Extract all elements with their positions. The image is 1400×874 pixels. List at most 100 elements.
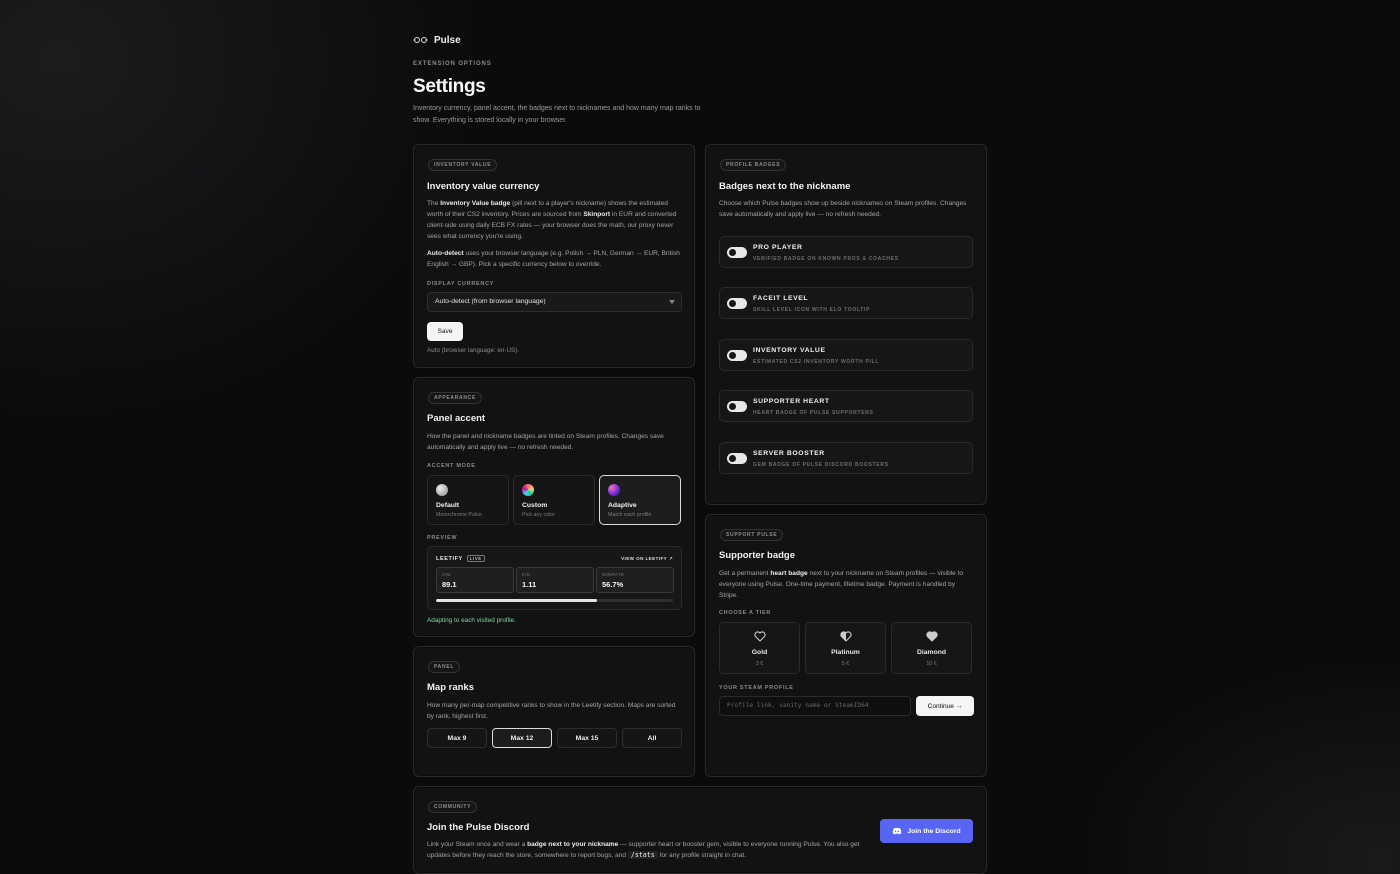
display-currency-label: DISPLAY CURRENCY bbox=[427, 281, 495, 287]
accent-mode-custom[interactable]: Custom Pick any color bbox=[513, 475, 595, 525]
badge-toggle-faceit-level[interactable]: FACEIT LEVEL SKILL LEVEL ICON WITH ELO T… bbox=[719, 287, 973, 319]
tier-gold[interactable]: Gold 3 € bbox=[719, 622, 800, 674]
tier-name: Platinum bbox=[831, 649, 860, 656]
stat-key: AIM bbox=[442, 572, 451, 577]
tier-platinum[interactable]: Platinum 5 € bbox=[805, 622, 886, 674]
toggle-title: SERVER BOOSTER bbox=[753, 450, 825, 457]
stat-kd: K/D 1.11 bbox=[516, 567, 594, 593]
toggle-title: SUPPORTER HEART bbox=[753, 398, 830, 405]
profile-badges-description: Choose which Pulse badges show up beside… bbox=[719, 200, 967, 218]
tier-name: Diamond bbox=[916, 649, 947, 656]
toggle-knob bbox=[729, 455, 736, 462]
heart-half-icon bbox=[840, 631, 852, 642]
profile-badges-title: Badges next to the nickname bbox=[719, 181, 851, 192]
map-ranks-description: How many per-map competitive ranks to sh… bbox=[427, 702, 676, 720]
adaptive-swatch-icon bbox=[608, 484, 620, 496]
toggle-switch[interactable] bbox=[727, 247, 747, 258]
join-discord-button[interactable]: Join the Discord bbox=[880, 819, 973, 843]
appearance-card: APPEARANCE Panel accent How the panel an… bbox=[413, 377, 695, 637]
toggle-knob bbox=[729, 300, 736, 307]
map-ranks-title: Map ranks bbox=[427, 682, 474, 693]
pulse-logo-icon bbox=[413, 37, 428, 43]
supporter-chip: SUPPORT PULSE bbox=[720, 529, 784, 541]
toggle-subtitle: SKILL LEVEL ICON WITH ELO TOOLTIP bbox=[753, 307, 871, 313]
toggle-title: PRO PLAYER bbox=[753, 244, 803, 251]
mode-title: Default bbox=[436, 502, 460, 509]
live-badge: LIVE bbox=[466, 555, 485, 562]
stat-key: K/D bbox=[522, 572, 531, 577]
map-ranks-card: PANEL Map ranks How many per-map competi… bbox=[413, 646, 695, 777]
supporter-card: SUPPORT PULSE Supporter badge Get a perm… bbox=[705, 514, 987, 777]
toggle-switch[interactable] bbox=[727, 401, 747, 412]
stat-aim: AIM 89.1 bbox=[436, 567, 514, 593]
leetify-preview: LEETIFY LIVE VIEW ON LEETIFY ↗ AIM 89.1 … bbox=[427, 546, 682, 610]
profile-badges-chip: PROFILE BADGES bbox=[720, 159, 787, 171]
mode-subtitle: Monochrome Pulse bbox=[436, 512, 482, 518]
map-ranks-option-max-9[interactable]: Max 9 bbox=[427, 728, 487, 748]
color-wheel-icon bbox=[522, 484, 534, 496]
community-description: Link your Steam once and wear a badge ne… bbox=[427, 841, 860, 859]
join-discord-label: Join the Discord bbox=[907, 827, 961, 835]
accent-mode-adaptive[interactable]: Adaptive Match each profile bbox=[599, 475, 681, 525]
adaptive-status: Adapting to each visited profile. bbox=[427, 617, 516, 624]
page-title: Settings bbox=[413, 76, 486, 97]
preview-label: PREVIEW bbox=[427, 535, 458, 541]
tier-price: 10 € bbox=[926, 661, 937, 667]
community-title: Join the Pulse Discord bbox=[427, 822, 530, 833]
preview-progress-bar bbox=[436, 599, 673, 602]
map-ranks-chip: PANEL bbox=[428, 661, 461, 673]
badge-toggle-supporter-heart[interactable]: SUPPORTER HEART HEART BADGE OF PULSE SUP… bbox=[719, 390, 973, 422]
mode-title: Adaptive bbox=[608, 502, 637, 509]
page-description: Inventory currency, panel accent, the ba… bbox=[413, 105, 701, 124]
toggle-knob bbox=[729, 249, 736, 256]
save-button[interactable]: Save bbox=[427, 322, 463, 341]
tier-price: 3 € bbox=[755, 661, 764, 667]
toggle-switch[interactable] bbox=[727, 298, 747, 309]
map-ranks-option-all[interactable]: All bbox=[622, 728, 682, 748]
mode-title: Custom bbox=[522, 502, 548, 509]
stat-value: 56.7% bbox=[602, 580, 624, 589]
page-eyebrow: EXTENSION OPTIONS bbox=[413, 61, 492, 67]
progress-fill bbox=[436, 599, 598, 602]
accent-mode-default[interactable]: Default Monochrome Pulse bbox=[427, 475, 509, 525]
currency-select-value: Auto-detect (from browser language) bbox=[435, 298, 546, 305]
badge-toggle-server-booster[interactable]: SERVER BOOSTER GEM BADGE OF PULSE DISCOR… bbox=[719, 442, 973, 474]
currency-status: Auto (browser language: en-US). bbox=[427, 347, 520, 354]
brand-name: Pulse bbox=[434, 34, 461, 46]
steam-profile-input[interactable]: Profile link, vanity name or SteamID64 bbox=[719, 696, 911, 716]
badge-toggle-pro-player[interactable]: PRO PLAYER VERIFIED BADGE ON KNOWN PROS … bbox=[719, 236, 973, 268]
tier-diamond[interactable]: Diamond 10 € bbox=[891, 622, 972, 674]
badge-toggle-inventory-value[interactable]: INVENTORY VALUE ESTIMATED CS2 INVENTORY … bbox=[719, 339, 973, 371]
map-ranks-option-max-12[interactable]: Max 12 bbox=[492, 728, 552, 748]
stat-value: 1.11 bbox=[522, 580, 537, 589]
stat-value: 89.1 bbox=[442, 580, 457, 589]
mode-subtitle: Match each profile bbox=[608, 512, 652, 518]
toggle-subtitle: GEM BADGE OF PULSE DISCORD BOOSTERS bbox=[753, 462, 889, 468]
currency-select[interactable]: Auto-detect (from browser language) bbox=[427, 292, 682, 312]
currency-description: The Inventory Value badge (pill next to … bbox=[427, 200, 677, 240]
view-on-leetify-link[interactable]: VIEW ON LEETIFY ↗ bbox=[621, 556, 673, 562]
preview-brand: LEETIFY bbox=[436, 555, 463, 562]
community-chip: COMMUNITY bbox=[428, 801, 478, 813]
map-ranks-option-max-15[interactable]: Max 15 bbox=[557, 728, 617, 748]
discord-icon bbox=[893, 827, 902, 835]
monochrome-swatch-icon bbox=[436, 484, 448, 496]
supporter-title: Supporter badge bbox=[719, 550, 796, 561]
community-card: COMMUNITY Join the Pulse Discord Link yo… bbox=[413, 786, 987, 874]
continue-button[interactable]: Continue → bbox=[916, 696, 974, 716]
toggle-subtitle: HEART BADGE OF PULSE SUPPORTERS bbox=[753, 410, 874, 416]
toggle-switch[interactable] bbox=[727, 453, 747, 464]
toggle-knob bbox=[729, 352, 736, 359]
choose-tier-label: CHOOSE A TIER bbox=[719, 610, 772, 616]
accent-mode-label: ACCENT MODE bbox=[427, 463, 476, 469]
brand: Pulse bbox=[413, 34, 461, 46]
appearance-title: Panel accent bbox=[427, 413, 486, 424]
toggle-title: INVENTORY VALUE bbox=[753, 347, 826, 354]
toggle-subtitle: VERIFIED BADGE ON KNOWN PROS & COACHES bbox=[753, 256, 899, 262]
appearance-chip: APPEARANCE bbox=[428, 392, 483, 404]
supporter-description: Get a permanent heart badge next to your… bbox=[719, 570, 964, 599]
appearance-description: How the panel and nickname badges are ti… bbox=[427, 433, 664, 451]
stat-winrate: WINRATE 56.7% bbox=[596, 567, 674, 593]
toggle-switch[interactable] bbox=[727, 350, 747, 361]
profile-badges-card: PROFILE BADGES Badges next to the nickna… bbox=[705, 144, 987, 505]
